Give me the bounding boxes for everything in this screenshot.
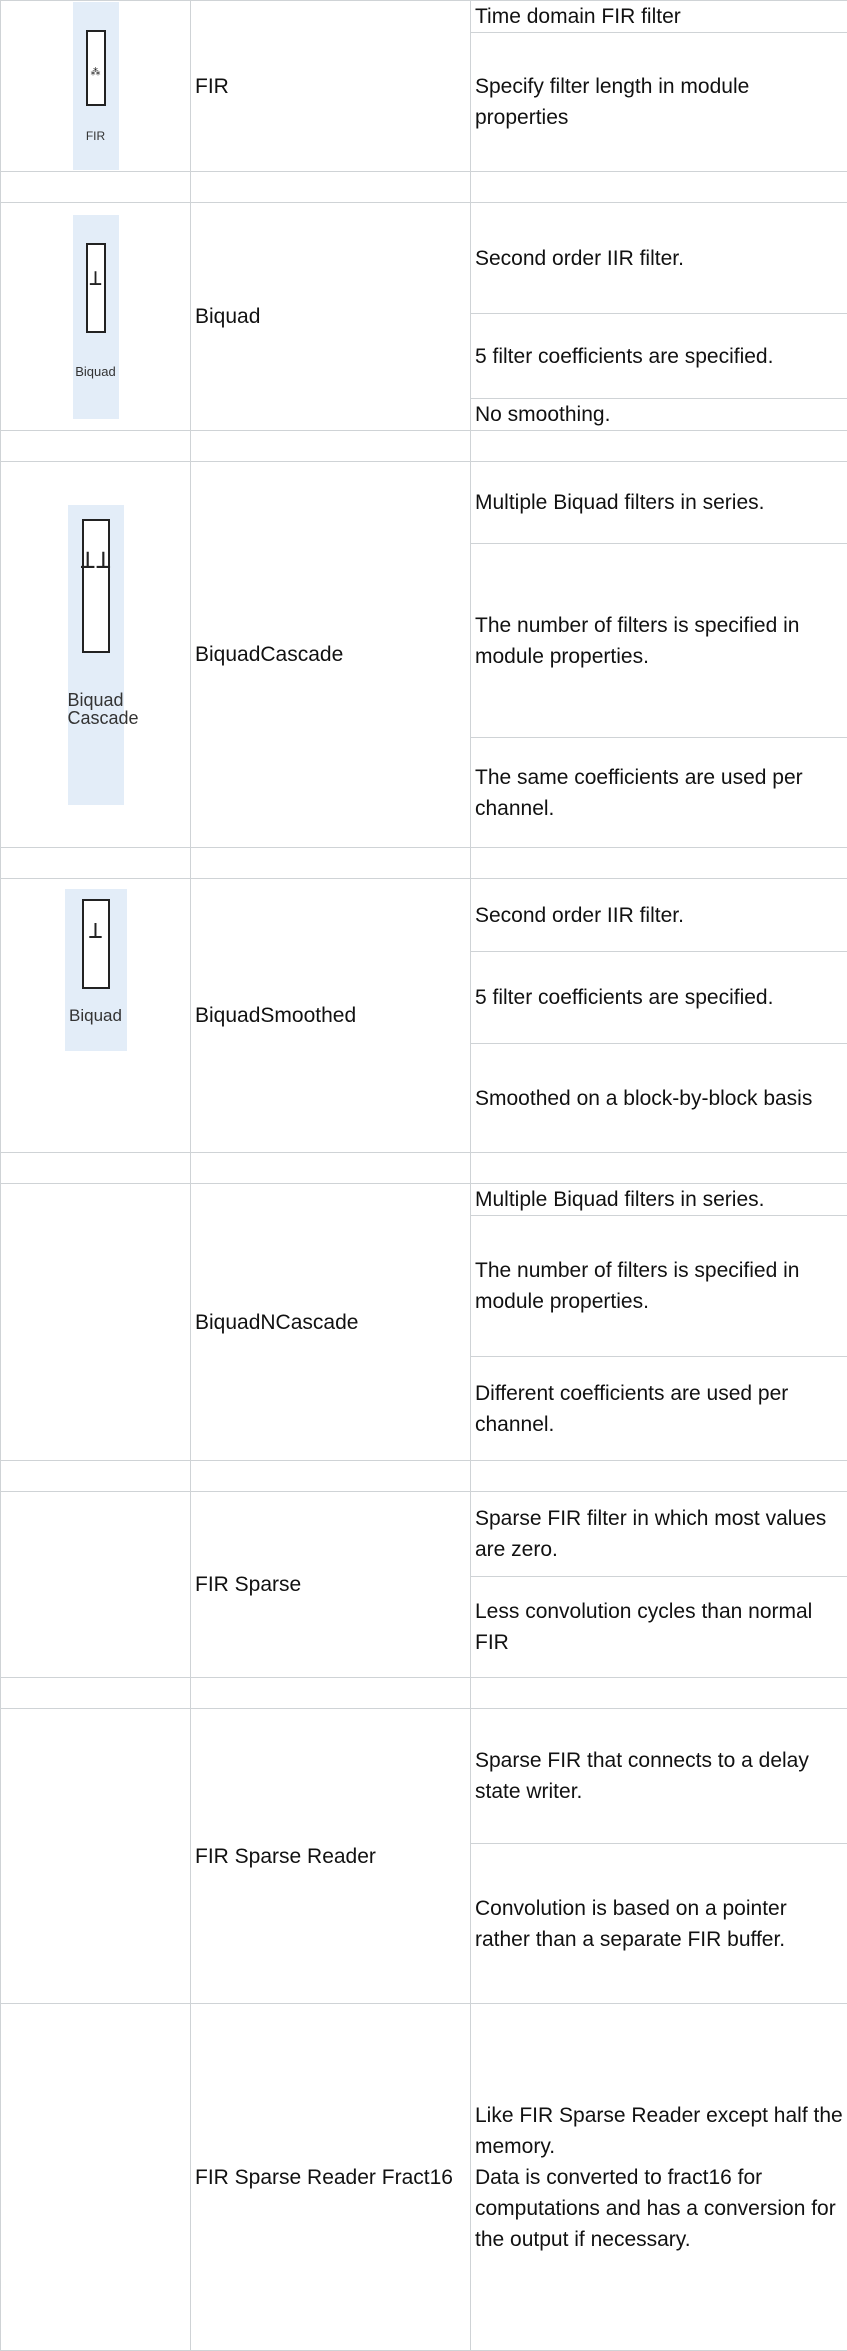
biquad-cascade-module-icon: ⊥⊥ Biquad Cascade bbox=[68, 505, 124, 805]
module-description: Second order IIR filter. bbox=[471, 203, 847, 314]
module-name: FIR Sparse bbox=[191, 1492, 471, 1678]
biquad-module-icon: ⊥ Biquad bbox=[73, 215, 119, 419]
spacer-row bbox=[1, 172, 847, 203]
module-description: Second order IIR filter. bbox=[471, 879, 847, 952]
module-description: 5 filter coefficients are specified. bbox=[471, 952, 847, 1044]
module-description: Multiple Biquad filters in series. bbox=[471, 462, 847, 544]
module-description: Smoothed on a block-by-block basis bbox=[471, 1044, 847, 1153]
module-description: Specify filter length in module properti… bbox=[471, 33, 847, 172]
spacer-row bbox=[1, 431, 847, 462]
module-description: 5 filter coefficients are specified. bbox=[471, 314, 847, 399]
module-description: Time domain FIR filter bbox=[471, 1, 847, 33]
spacer-row bbox=[1, 1153, 847, 1184]
module-description: Different coefficients are used per chan… bbox=[471, 1357, 847, 1461]
biquad-smoothed-module-icon: ⊥ Biquad bbox=[65, 889, 127, 1051]
module-name: FIR Sparse Reader bbox=[191, 1709, 471, 2004]
icon-cell: ⊥⊥ Biquad Cascade bbox=[1, 462, 191, 848]
module-name: BiquadCascade bbox=[191, 462, 471, 848]
icon-cell: ⊥ Biquad bbox=[1, 203, 191, 431]
fir-module-icon: ⁂ FIR bbox=[73, 2, 119, 170]
module-name: Biquad bbox=[191, 203, 471, 431]
icon-cell: ⊥ Biquad bbox=[1, 879, 191, 1153]
module-description: Sparse FIR that connects to a delay stat… bbox=[471, 1709, 847, 1844]
icon-cell bbox=[1, 1709, 191, 2004]
module-description: Less convolution cycles than normal FIR bbox=[471, 1577, 847, 1678]
module-description: Convolution is based on a pointer rather… bbox=[471, 1844, 847, 2004]
module-name: FIR bbox=[191, 1, 471, 172]
module-name: BiquadNCascade bbox=[191, 1184, 471, 1461]
icon-cell: ⁂ FIR bbox=[1, 1, 191, 172]
module-description: Sparse FIR filter in which most values a… bbox=[471, 1492, 847, 1577]
spacer-row bbox=[1, 1678, 847, 1709]
module-description: The same coefficients are used per chann… bbox=[471, 738, 847, 848]
spacer-row bbox=[1, 848, 847, 879]
module-description: Multiple Biquad filters in series. bbox=[471, 1184, 847, 1216]
icon-cell bbox=[1, 2004, 191, 2351]
module-name: BiquadSmoothed bbox=[191, 879, 471, 1153]
module-description: The number of filters is specified in mo… bbox=[471, 1216, 847, 1357]
module-description: The number of filters is specified in mo… bbox=[471, 544, 847, 738]
module-name: FIR Sparse Reader Fract16 bbox=[191, 2004, 471, 2351]
module-description: Like FIR Sparse Reader except half the m… bbox=[471, 2004, 847, 2351]
module-description: No smoothing. bbox=[471, 399, 847, 431]
module-table: ⁂ FIR FIR Time domain FIR filter Specify… bbox=[0, 0, 847, 2351]
icon-cell bbox=[1, 1492, 191, 1678]
icon-cell bbox=[1, 1184, 191, 1461]
spacer-row bbox=[1, 1461, 847, 1492]
